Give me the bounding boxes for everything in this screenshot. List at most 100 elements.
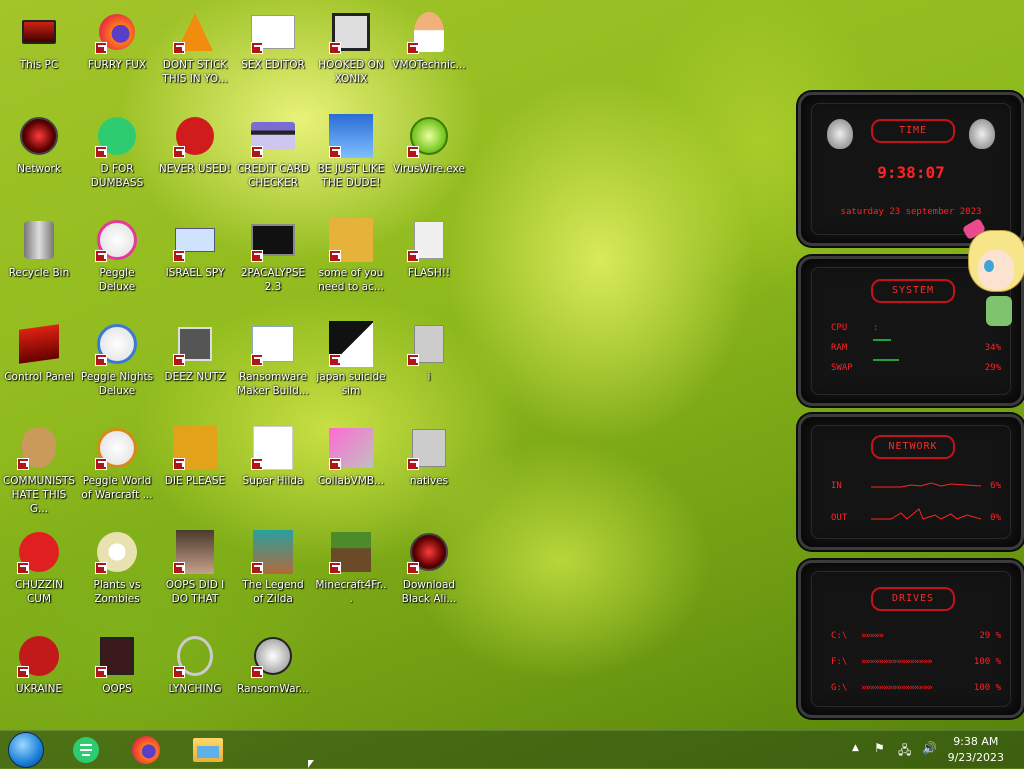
out-graph — [871, 508, 981, 520]
in-row: IN 6% — [831, 481, 1001, 491]
desktop-icon[interactable]: RansomWar... — [234, 628, 312, 724]
desktop-icon[interactable]: 2PACALYPSE 2.3 — [234, 212, 312, 308]
desktop-icon-label: OOPS DID I DO THAT — [165, 579, 225, 605]
desktop-icon[interactable]: SEX EDITOR — [234, 4, 312, 100]
app-i-icon — [407, 322, 451, 366]
monitor-icon — [17, 10, 61, 54]
desktop-icon[interactable]: Minecraft4Fr... — [312, 524, 390, 620]
desktop-icon[interactable]: COMMUNISTS HATE THIS G... — [0, 420, 78, 516]
desktop-icon-label: CREDIT CARD CHECKER — [236, 163, 310, 189]
in-graph — [871, 482, 981, 488]
taskbar-chat-app[interactable] — [66, 734, 106, 766]
cpu-label: CPU — [831, 323, 848, 333]
network-tray-icon[interactable]: 🖧 — [898, 741, 911, 762]
desktop-icon[interactable]: UKRAINE — [0, 628, 78, 724]
desktop-icon-label: natives — [409, 475, 449, 487]
desktop-icon[interactable]: Network — [0, 108, 78, 204]
system-monitor-widget: TIME 9:38:07 saturday 23 september 2023 … — [792, 92, 1024, 720]
desktop-icon[interactable]: some of you need to ac... — [312, 212, 390, 308]
desktop-icon-label: 2PACALYPSE 2.3 — [240, 267, 306, 293]
desktop-icon-label: CHUZZIN CUM — [14, 579, 64, 605]
desktop-icon[interactable]: Recycle Bin — [0, 212, 78, 308]
widget-clock: 9:38:07 — [877, 163, 945, 182]
monitor-icon-graphic — [22, 20, 56, 44]
shortcut-arrow-icon — [95, 250, 107, 262]
drive-usage-bar: »»»»»»»»»»»»»»»» — [861, 657, 933, 667]
drive-label: F:\ — [831, 657, 848, 667]
desktop-icon[interactable]: Ransomware Maker Build... — [234, 316, 312, 412]
taskbar-firefox[interactable] — [126, 734, 166, 766]
desktop-icon[interactable]: natives — [390, 420, 468, 516]
shortcut-arrow-icon — [329, 458, 341, 470]
desktop-icon[interactable]: i — [390, 316, 468, 412]
shortcut-arrow-icon — [407, 354, 419, 366]
collabvm-icon — [329, 426, 373, 470]
desktop-icon[interactable]: Plants vs Zombies — [78, 524, 156, 620]
network-panel: NETWORK IN 6% OUT 0% — [798, 414, 1024, 550]
desktop-icon[interactable]: ISRAEL SPY — [156, 212, 234, 308]
desktop-icon[interactable]: DEEZ NUTZ — [156, 316, 234, 412]
control-panel-icon — [17, 322, 61, 366]
desktop-icon[interactable]: CollabVMB... — [312, 420, 390, 516]
desktop-icon[interactable]: OOPS — [78, 628, 156, 724]
ransomware-maker-icon — [251, 322, 295, 366]
desktop-icon-label: Peggle Deluxe — [98, 267, 136, 293]
show-hidden-icons-chevron-icon[interactable]: ▲ — [852, 743, 859, 753]
desktop-icon[interactable]: OOPS DID I DO THAT — [156, 524, 234, 620]
desktop-icon-label: Minecraft4Fr... — [315, 579, 387, 605]
desktop-icon[interactable]: DONT STICK THIS IN YO... — [156, 4, 234, 100]
desktop-icon[interactable]: BE JUST LIKE THE DUDE! — [312, 108, 390, 204]
dog-icon — [329, 218, 373, 262]
desktop-icon[interactable]: Control Panel — [0, 316, 78, 412]
desktop-icon[interactable]: Peggle Deluxe — [78, 212, 156, 308]
desktop-icon[interactable]: CREDIT CARD CHECKER — [234, 108, 312, 204]
desktop-icon-label: The Legend of Zilda — [242, 579, 304, 605]
desktop-icon[interactable]: HOOKED ON XONIX — [312, 4, 390, 100]
desktop-icon[interactable]: D FOR DUMBASS — [78, 108, 156, 204]
folder-icon — [193, 738, 223, 762]
widget-date: saturday 23 september 2023 — [840, 207, 982, 217]
credit-card-icon — [251, 114, 295, 158]
desktop-icon[interactable]: DIE PLEASE — [156, 420, 234, 516]
desktop-icon[interactable]: LYNCHING — [156, 628, 234, 724]
action-center-flag-icon[interactable]: ⚑ — [874, 741, 885, 755]
in-percent: 6% — [990, 481, 1001, 491]
desktop-icon[interactable]: VMOTechnic... — [390, 4, 468, 100]
desktop-icon[interactable]: japan suicide sim — [312, 316, 390, 412]
skull-icon — [251, 634, 295, 678]
hex-editor-icon — [251, 10, 295, 54]
desktop-icon[interactable]: FURRY FUX — [78, 4, 156, 100]
zilda-icon — [251, 530, 295, 574]
natives-icon — [407, 426, 451, 470]
desktop-icon[interactable]: CHUZZIN CUM — [0, 524, 78, 620]
desktop-icon[interactable]: The Legend of Zilda — [234, 524, 312, 620]
taskbar-file-explorer[interactable] — [188, 734, 228, 766]
desktop-icon[interactable]: NEVER USED! — [156, 108, 234, 204]
anime-character-sticker — [961, 217, 1024, 332]
desktop-icon[interactable]: This PC — [0, 4, 78, 100]
shortcut-arrow-icon — [407, 42, 419, 54]
shortcut-arrow-icon — [17, 458, 29, 470]
minecraft-icon — [329, 530, 373, 574]
drive-row: C:\ »»»»» 29 % — [831, 631, 1001, 641]
desktop-icon[interactable]: FLASH!! — [390, 212, 468, 308]
desktop-icon-label: Control Panel — [4, 371, 74, 383]
desktop-icon[interactable]: Peggle Nights Deluxe — [78, 316, 156, 412]
desktop-icon-label: BE JUST LIKE THE DUDE! — [317, 163, 385, 189]
ram-meter — [873, 339, 891, 341]
desktop-icon[interactable]: VirusWire.exe — [390, 108, 468, 204]
swap-row: SWAP 29% — [831, 359, 1001, 373]
desktop-icon[interactable]: Peggle World of Warcraft ... — [78, 420, 156, 516]
volume-icon[interactable]: 🔊 — [922, 741, 937, 755]
desktop-icon-label: Network — [17, 163, 61, 175]
recycle-bin-icon-graphic — [24, 221, 54, 259]
desktop-icon[interactable]: Super Hilda — [234, 420, 312, 516]
shortcut-arrow-icon — [251, 354, 263, 366]
shortcut-arrow-icon — [173, 562, 185, 574]
desktop-icon[interactable]: Download Black Ali... — [390, 524, 468, 620]
taskbar-clock[interactable]: 9:38 AM 9/23/2023 — [948, 734, 1004, 766]
green-chat-icon — [95, 114, 139, 158]
start-button[interactable] — [6, 732, 46, 768]
stack-windows-icon — [173, 322, 217, 366]
shortcut-arrow-icon — [95, 562, 107, 574]
